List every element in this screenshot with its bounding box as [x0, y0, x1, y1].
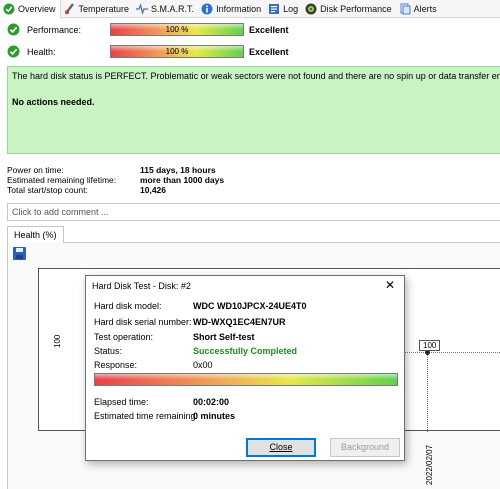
health-label: Health:	[27, 47, 56, 57]
tab-health-percent[interactable]: Health (%)	[7, 226, 64, 243]
tab-label: Information	[216, 3, 262, 14]
check-circle-icon	[3, 3, 15, 15]
dialog-field-value: WDC WD10JPCX-24UE4T0	[193, 301, 307, 311]
status-actions: No actions needed.	[12, 97, 95, 107]
performance-value: 100 %	[165, 25, 189, 34]
dialog-field-value: Short Self-test	[193, 332, 255, 342]
info-key: Estimated remaining lifetime:	[7, 175, 117, 185]
tab-alerts[interactable]: Alerts	[396, 0, 441, 18]
disk-icon	[305, 3, 317, 15]
chart-gridline	[427, 352, 428, 432]
dialog-field-label: Test operation:	[94, 332, 154, 342]
close-button[interactable]: Close	[246, 438, 316, 457]
health-value: 100 %	[165, 47, 189, 56]
tab-bar: Overview Temperature S.M.A.R.T. Informat…	[0, 0, 500, 18]
tab-information[interactable]: Information	[198, 0, 265, 18]
chart-y-tick: 100	[53, 334, 62, 348]
info-value: more than 1000 days	[140, 175, 225, 185]
tab-temperature[interactable]: Temperature	[61, 0, 134, 18]
status-box: The hard disk status is PERFECT. Problem…	[7, 66, 500, 154]
tab-label: Log	[283, 3, 299, 14]
health-row: Health: 100 % Excellent	[0, 42, 500, 62]
tab-disk-performance[interactable]: Disk Performance	[302, 0, 396, 18]
dialog-title: Hard Disk Test - Disk: #2	[92, 281, 191, 291]
close-icon[interactable]: ✕	[385, 278, 395, 292]
chart-data-label: 100	[419, 340, 441, 351]
test-progress-bar	[94, 373, 398, 386]
tab-smart[interactable]: S.M.A.R.T.	[133, 0, 198, 18]
info-key: Total start/stop count:	[7, 185, 88, 195]
tab-label: Temperature	[78, 3, 130, 14]
close-button-label: Close	[269, 442, 293, 452]
performance-result: Excellent	[249, 25, 289, 35]
info-value: 10,426	[140, 185, 166, 195]
remaining-value: 0 minutes	[193, 411, 236, 421]
performance-row: Performance: 100 % Excellent	[0, 20, 500, 40]
log-icon	[268, 3, 280, 15]
elapsed-value: 00:02:00	[193, 397, 230, 407]
wave-icon	[136, 2, 149, 15]
tab-overview[interactable]: Overview	[0, 0, 61, 18]
chart-x-tick: 2022/02/07	[425, 444, 434, 485]
health-result: Excellent	[249, 47, 289, 57]
dialog-field-label: Hard disk serial number:	[94, 317, 192, 327]
comment-field[interactable]: Click to add comment ...	[7, 203, 500, 221]
tab-label: S.M.A.R.T.	[151, 3, 195, 14]
chart-gridline	[393, 352, 500, 353]
elapsed-label: Elapsed time:	[94, 397, 149, 407]
disk-info: Power on time: 115 days, 18 hours Estimat…	[7, 165, 224, 195]
info-row: Total start/stop count: 10,426	[7, 185, 224, 195]
save-icon[interactable]	[13, 247, 26, 260]
info-icon	[201, 3, 213, 15]
info-row: Estimated remaining lifetime: more than 1…	[7, 175, 224, 185]
dialog-field-label: Hard disk model:	[94, 301, 162, 311]
status-message: The hard disk status is PERFECT. Problem…	[12, 71, 500, 81]
thermometer-icon	[64, 2, 76, 15]
hard-disk-test-dialog: Hard Disk Test - Disk: #2 ✕ Hard disk mo…	[85, 275, 405, 461]
health-bar: 100 %	[110, 45, 244, 58]
dialog-field-label: Status:	[94, 346, 123, 356]
dialog-field-value: 0x00	[193, 360, 213, 370]
dialog-field-label: Response:	[94, 360, 138, 370]
info-value: 115 days, 18 hours	[140, 165, 216, 175]
alerts-icon	[399, 3, 411, 15]
remaining-label: Estimated time remaining:	[94, 411, 199, 421]
dialog-field-value: WD-WXQ1EC4EN7UR	[193, 317, 286, 327]
tab-label: Alerts	[413, 3, 437, 14]
tab-label: Overview	[18, 3, 56, 14]
check-circle-icon	[7, 23, 20, 38]
info-key: Power on time:	[7, 165, 64, 175]
tab-label: Disk Performance	[320, 3, 392, 14]
tab-log[interactable]: Log	[265, 0, 302, 18]
info-row: Power on time: 115 days, 18 hours	[7, 165, 224, 175]
background-button[interactable]: Background	[330, 438, 400, 457]
dialog-status-value: Successfully Completed	[193, 346, 298, 356]
performance-label: Performance:	[27, 25, 82, 35]
check-circle-icon	[7, 45, 20, 60]
performance-bar: 100 %	[110, 23, 244, 36]
